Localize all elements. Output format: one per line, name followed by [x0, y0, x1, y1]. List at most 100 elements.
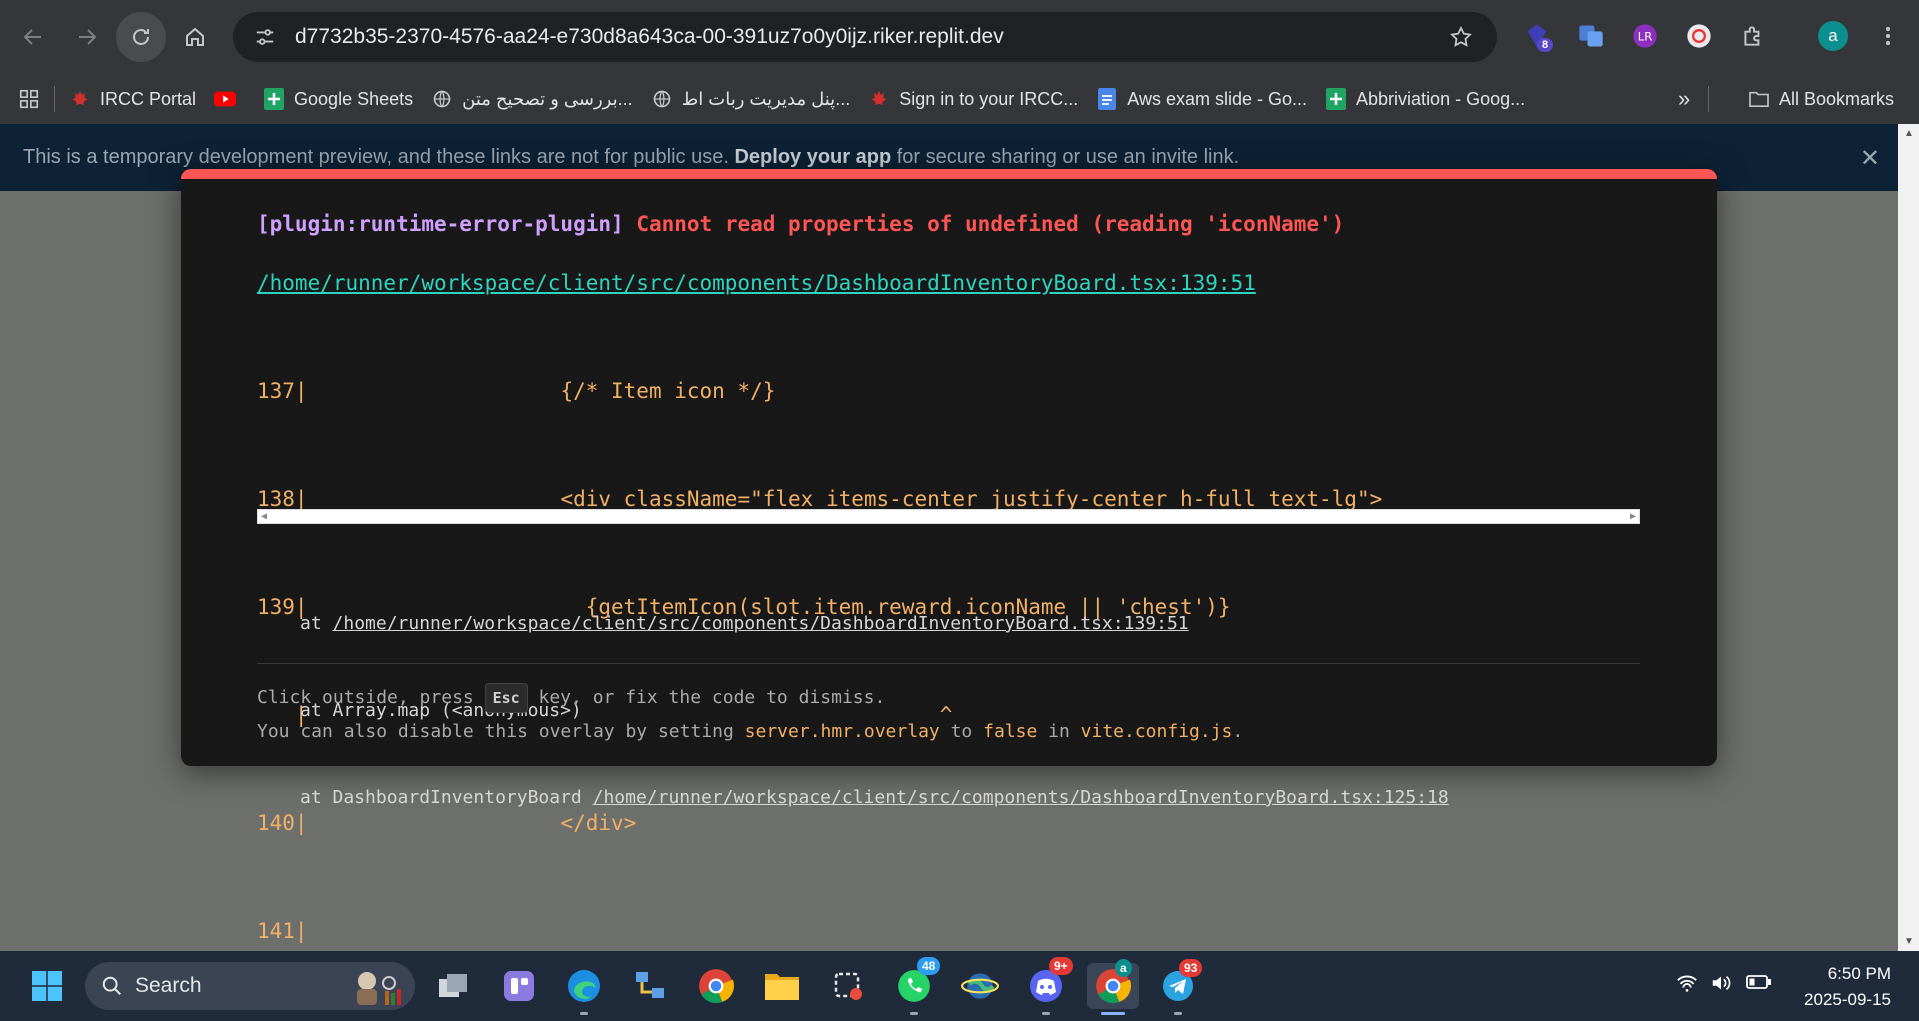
banner-close-icon[interactable]: ✕ — [1860, 144, 1880, 173]
bookmarks-bar: IRCC Portal Google Sheets بررسی و تصحیح … — [0, 74, 1919, 124]
bookmarks-separator — [1708, 86, 1709, 112]
scroll-up-icon[interactable]: ▲ — [1904, 128, 1914, 139]
bookmark-ircc-portal[interactable]: IRCC Portal — [69, 88, 196, 110]
globe-icon — [431, 88, 453, 110]
scroll-down-icon[interactable]: ▼ — [1904, 936, 1914, 947]
running-indicator — [1042, 1012, 1050, 1015]
dismiss-line: Click outside, press Esc key, or fix the… — [257, 681, 1243, 715]
all-bookmarks-label: All Bookmarks — [1779, 88, 1895, 109]
search-icon — [101, 975, 123, 997]
banner-text: This is a temporary development preview,… — [23, 146, 1240, 168]
docs-icon — [1096, 88, 1118, 110]
youtube-icon — [214, 88, 237, 110]
discord-icon[interactable]: 9+ — [1023, 957, 1073, 1015]
more-bookmarks-button[interactable]: » — [1678, 86, 1690, 112]
stack-frame-link[interactable]: /home/runner/workspace/client/src/compon… — [593, 787, 1449, 808]
system-clock[interactable]: 6:50 PM 2025-09-15 — [1804, 961, 1891, 1013]
esc-key: Esc — [484, 683, 528, 713]
network-app-icon[interactable] — [627, 963, 673, 1009]
code-horizontal-scrollbar[interactable]: ◀ ▶ — [257, 509, 1640, 524]
chatgpt-extension-icon[interactable] — [1681, 18, 1717, 54]
dismiss-tip: Click outside, press Esc key, or fix the… — [257, 681, 1243, 749]
arrow-right-icon — [79, 29, 97, 45]
file-explorer-icon[interactable] — [759, 963, 805, 1009]
back-button[interactable] — [8, 12, 58, 62]
extension-count-badge: 8 — [1537, 38, 1554, 52]
translate-icon[interactable] — [1573, 18, 1609, 54]
battery-icon[interactable] — [1746, 973, 1772, 996]
url-text[interactable]: d7732b35-2370-4576-aa24-e730d8a643ca-00-… — [295, 25, 1441, 49]
clock-time: 6:50 PM — [1827, 964, 1891, 983]
stack-frame: at /home/runner/workspace/client/src/com… — [300, 613, 1189, 634]
sheets-icon — [1325, 88, 1347, 110]
task-view-icon[interactable] — [430, 963, 476, 1009]
profile-initial: a — [1818, 21, 1848, 51]
forward-button[interactable] — [62, 12, 112, 62]
windows-taskbar: Search 48 9+ a 93 6:50 PM 2025-09-15 — [0, 951, 1919, 1021]
volume-icon[interactable] — [1710, 973, 1732, 998]
code-line: 137| {/* Item icon */} — [257, 379, 776, 403]
deploy-link[interactable]: Deploy your app — [734, 146, 891, 168]
whatsapp-icon[interactable]: 48 — [891, 957, 941, 1015]
bookmark-abbriviation[interactable]: Abbriviation - Goog... — [1325, 88, 1525, 110]
earth-app-icon[interactable] — [957, 963, 1003, 1009]
chrome-active-icon[interactable]: a — [1087, 959, 1139, 1015]
home-button[interactable] — [170, 12, 220, 62]
browser-toolbar: d7732b35-2370-4576-aa24-e730d8a643ca-00-… — [0, 0, 1919, 74]
windows-start-icon[interactable] — [24, 963, 70, 1009]
language-reactor-icon[interactable]: LR — [1627, 18, 1663, 54]
search-highlight-icon — [345, 965, 409, 1012]
bookmark-label: Sign in to your IRCC... — [899, 88, 1079, 109]
bookmark-youtube[interactable] — [214, 88, 245, 110]
bookmark-label: Aws exam slide - Go... — [1127, 88, 1308, 109]
whatsapp-badge: 48 — [917, 957, 941, 975]
bookmark-label: Abbriviation - Goog... — [1356, 88, 1526, 109]
telegram-icon[interactable]: 93 — [1155, 959, 1203, 1015]
browser-menu-icon[interactable] — [1870, 18, 1906, 54]
runtime-error-overlay[interactable]: [plugin:runtime-error-plugin] Cannot rea… — [181, 169, 1717, 943]
bookmark-label: پنل مدیریت ربات اط... — [681, 88, 851, 109]
error-message: Cannot read properties of undefined (rea… — [636, 212, 1345, 236]
bookmark-bot-panel[interactable]: پنل مدیریت ربات اط... — [651, 88, 851, 110]
arrow-left-icon — [23, 29, 41, 45]
clock-date: 2025-09-15 — [1804, 990, 1891, 1009]
running-indicator — [1174, 1012, 1182, 1015]
site-info-icon[interactable] — [243, 19, 287, 55]
bookmark-text-review[interactable]: بررسی و تصحیح متن... — [431, 88, 633, 110]
stack-frame: at DashboardInventoryBoard /home/runner/… — [300, 787, 1449, 808]
bookmark-google-sheets[interactable]: Google Sheets — [263, 88, 413, 110]
scroll-left-icon[interactable]: ◀ — [261, 511, 267, 522]
telegram-badge: 93 — [1179, 959, 1203, 977]
taskbar-search[interactable]: Search — [85, 962, 415, 1010]
edge-icon[interactable] — [561, 963, 607, 1015]
apps-grid-icon[interactable] — [18, 88, 40, 110]
folder-icon — [1748, 88, 1770, 110]
bookmark-ircc-signin[interactable]: Sign in to your IRCC... — [868, 88, 1078, 110]
stack-frame-link[interactable]: /home/runner/workspace/client/src/compon… — [333, 613, 1189, 634]
reload-button[interactable] — [116, 12, 166, 62]
bookmarks-separator — [54, 86, 55, 112]
all-bookmarks-button[interactable]: All Bookmarks — [1748, 88, 1894, 110]
bookmark-star-icon[interactable] — [1441, 25, 1481, 49]
error-header: [plugin:runtime-error-plugin] Cannot rea… — [257, 212, 1344, 236]
wifi-icon[interactable] — [1676, 973, 1698, 998]
running-indicator — [580, 1012, 588, 1015]
chrome-profile-badge: a — [1115, 959, 1132, 977]
widgets-icon[interactable] — [496, 963, 542, 1009]
snipping-tool-icon[interactable] — [825, 963, 871, 1009]
maple-leaf-icon — [69, 88, 91, 110]
bookmark-label: بررسی و تصحیح متن... — [462, 88, 633, 109]
bookmark-label: Google Sheets — [294, 88, 414, 109]
extension-badge-icon[interactable]: 8 — [1519, 18, 1555, 54]
home-icon — [186, 27, 204, 46]
error-file-link[interactable]: /home/runner/workspace/client/src/compon… — [257, 271, 1256, 295]
bookmark-aws-slides[interactable]: Aws exam slide - Go... — [1096, 88, 1307, 110]
profile-avatar[interactable]: a — [1815, 18, 1851, 54]
scroll-right-icon[interactable]: ▶ — [1630, 511, 1636, 522]
disable-overlay-line: You can also disable this overlay by set… — [257, 721, 1244, 742]
address-bar[interactable]: d7732b35-2370-4576-aa24-e730d8a643ca-00-… — [233, 12, 1497, 62]
page-scrollbar[interactable]: ▲ ▼ — [1898, 124, 1919, 951]
extensions-puzzle-icon[interactable] — [1735, 18, 1771, 54]
chrome-icon[interactable] — [693, 963, 739, 1009]
discord-badge: 9+ — [1049, 957, 1073, 975]
